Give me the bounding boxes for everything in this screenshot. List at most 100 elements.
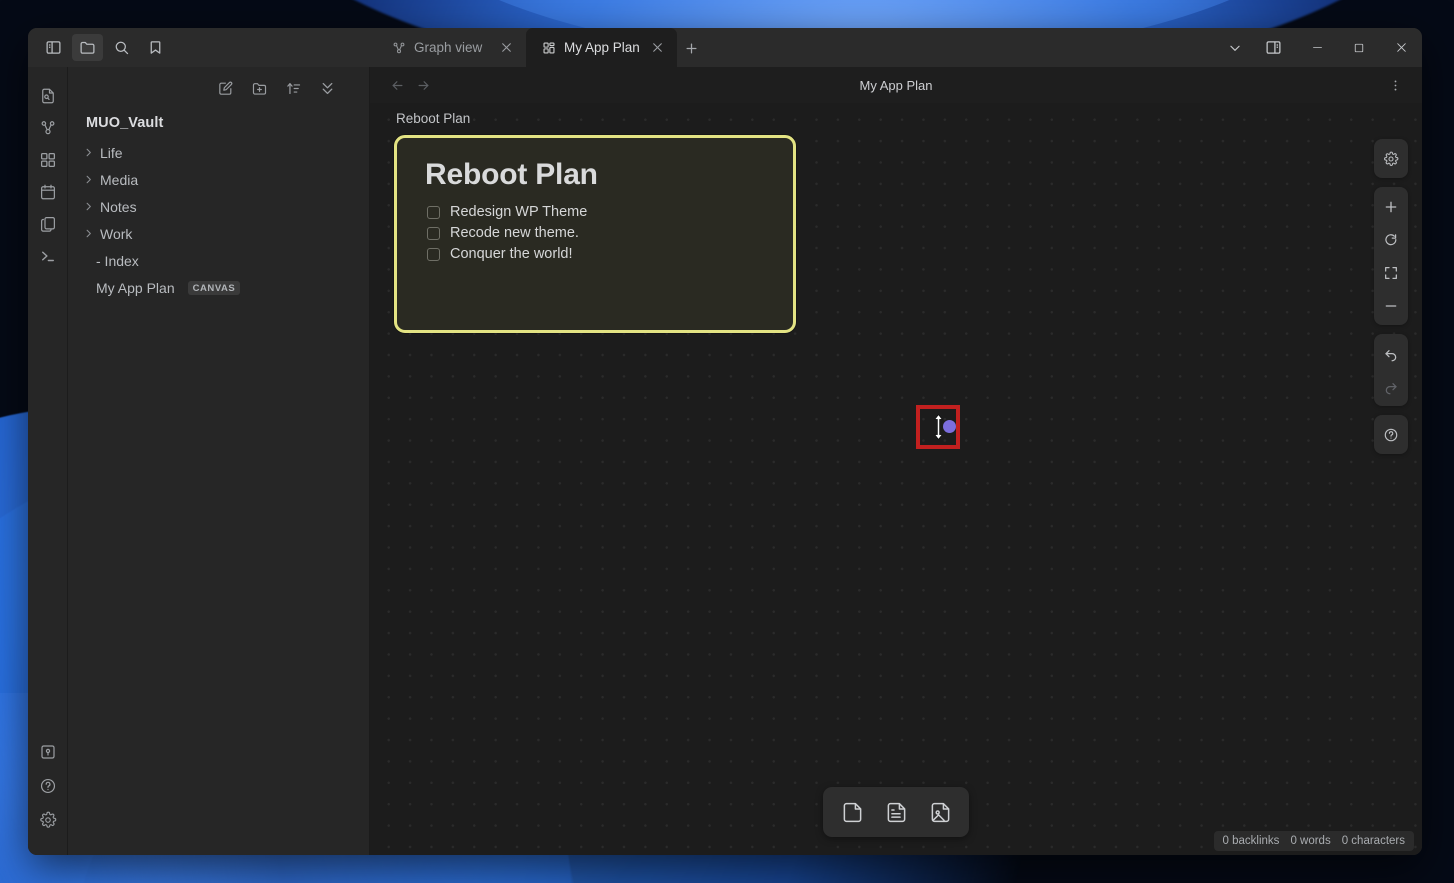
add-note-icon[interactable] — [877, 794, 915, 830]
zoom-out-icon[interactable] — [1374, 289, 1408, 322]
tree-item-label: My App Plan — [96, 280, 175, 296]
window-controls — [1214, 28, 1422, 67]
templates-icon[interactable] — [33, 209, 63, 239]
file-explorer-toolbar — [68, 67, 369, 109]
tab-close-icon[interactable] — [497, 38, 516, 57]
canvas-icon[interactable] — [33, 145, 63, 175]
left-ribbon — [28, 67, 68, 855]
tree-file-index[interactable]: - Index — [74, 247, 363, 274]
tab-my-app-plan[interactable]: My App Plan — [526, 28, 677, 67]
tab-strip: Graph view My App Plan — [370, 28, 1214, 67]
vault-name: MUO_Vault — [68, 109, 369, 139]
canvas-toolbar-right — [1374, 139, 1408, 454]
canvas-icon — [542, 41, 556, 55]
status-characters: 0 characters — [1342, 835, 1405, 847]
canvas-card-reboot-plan[interactable]: Reboot Plan Redesign WP Theme Recode new… — [394, 135, 796, 333]
back-arrow-icon[interactable] — [384, 72, 410, 98]
help-circle-icon[interactable] — [1374, 418, 1408, 451]
zoom-in-icon[interactable] — [1374, 190, 1408, 223]
titlebar: Graph view My App Plan — [28, 28, 1422, 67]
sort-icon[interactable] — [279, 74, 307, 102]
maximize-icon[interactable] — [1338, 28, 1380, 67]
close-icon[interactable] — [1380, 28, 1422, 67]
status-bar: 0 backlinks 0 words 0 characters — [1214, 831, 1414, 851]
ribbon-bottom-group — [33, 737, 63, 855]
tree-folder-notes[interactable]: Notes — [74, 193, 363, 220]
status-words: 0 words — [1290, 835, 1330, 847]
checkbox-icon[interactable] — [427, 206, 440, 219]
chevron-right-icon — [80, 172, 96, 188]
zoom-reset-icon[interactable] — [1374, 223, 1408, 256]
tree-item-label: Work — [100, 226, 132, 242]
page-title: My App Plan — [370, 78, 1422, 93]
tree-folder-life[interactable]: Life — [74, 139, 363, 166]
canvas-badge: CANVAS — [188, 281, 241, 295]
search-icon[interactable] — [106, 34, 137, 61]
undo-icon[interactable] — [1374, 337, 1408, 370]
obsidian-window: Graph view My App Plan — [28, 28, 1422, 855]
tab-label: Graph view — [414, 40, 489, 55]
toggle-sidebar-icon[interactable] — [38, 34, 69, 61]
todo-label: Redesign WP Theme — [450, 204, 587, 220]
collapse-all-icon[interactable] — [313, 74, 341, 102]
canvas-zoom-group — [1374, 187, 1408, 325]
add-media-icon[interactable] — [921, 794, 959, 830]
zoom-to-fit-icon[interactable] — [1374, 256, 1408, 289]
minimize-icon[interactable] — [1296, 28, 1338, 67]
todo-item[interactable]: Conquer the world! — [427, 246, 793, 262]
window-body: MUO_Vault Life Media — [28, 67, 1422, 855]
vault-switcher-icon[interactable] — [33, 737, 63, 767]
settings-icon[interactable] — [33, 805, 63, 835]
tab-graph-view[interactable]: Graph view — [376, 28, 526, 67]
canvas-history-group — [1374, 334, 1408, 406]
todo-item[interactable]: Redesign WP Theme — [427, 204, 793, 220]
new-note-icon[interactable] — [211, 74, 239, 102]
tree-folder-media[interactable]: Media — [74, 166, 363, 193]
tree-item-label: Notes — [100, 199, 137, 215]
daily-note-icon[interactable] — [33, 177, 63, 207]
toggle-right-sidebar-icon[interactable] — [1256, 34, 1290, 61]
status-backlinks: 0 backlinks — [1223, 835, 1280, 847]
new-tab-button[interactable] — [677, 33, 707, 63]
titlebar-left-buttons — [28, 28, 370, 67]
terminal-icon[interactable] — [33, 241, 63, 271]
card-todo-list: Redesign WP Theme Recode new theme. Conq… — [397, 192, 793, 262]
new-folder-icon[interactable] — [245, 74, 273, 102]
help-icon[interactable] — [33, 771, 63, 801]
tree-item-label: Media — [100, 172, 138, 188]
canvas-surface[interactable]: Reboot Plan Reboot Plan Redesign WP Them… — [370, 103, 1422, 855]
todo-label: Conquer the world! — [450, 246, 573, 262]
bookmark-icon[interactable] — [140, 34, 171, 61]
forward-arrow-icon[interactable] — [410, 72, 436, 98]
graph-view-icon[interactable] — [33, 113, 63, 143]
tree-folder-work[interactable]: Work — [74, 220, 363, 247]
todo-item[interactable]: Recode new theme. — [427, 225, 793, 241]
graph-icon — [392, 41, 406, 55]
tree-item-label: - Index — [96, 253, 139, 269]
vertical-resize-cursor-icon — [933, 414, 944, 440]
main-view: My App Plan Reboot Plan Reboot Plan Rede… — [370, 67, 1422, 855]
file-explorer-sidebar: MUO_Vault Life Media — [68, 67, 370, 855]
tree-file-my-app-plan[interactable]: My App Plan CANVAS — [74, 274, 363, 301]
redo-icon[interactable] — [1374, 370, 1408, 403]
chevron-right-icon — [80, 145, 96, 161]
canvas-breadcrumb: Reboot Plan — [396, 111, 470, 126]
add-card-icon[interactable] — [833, 794, 871, 830]
checkbox-icon[interactable] — [427, 248, 440, 261]
canvas-toolbar-bottom — [823, 787, 969, 837]
canvas-settings-group — [1374, 139, 1408, 178]
todo-label: Recode new theme. — [450, 225, 579, 241]
card-title: Reboot Plan — [397, 138, 793, 192]
chevron-right-icon — [80, 199, 96, 215]
settings-gear-icon[interactable] — [1374, 142, 1408, 175]
chevron-down-icon[interactable] — [1214, 28, 1256, 67]
folder-icon[interactable] — [72, 34, 103, 61]
more-options-icon[interactable] — [1382, 72, 1408, 98]
tab-close-icon[interactable] — [648, 38, 667, 57]
checkbox-icon[interactable] — [427, 227, 440, 240]
quick-switcher-icon[interactable] — [33, 81, 63, 111]
cursor-highlight-box — [916, 405, 960, 449]
tree-item-label: Life — [100, 145, 123, 161]
view-header: My App Plan — [370, 67, 1422, 103]
file-tree: Life Media Notes — [68, 139, 369, 855]
